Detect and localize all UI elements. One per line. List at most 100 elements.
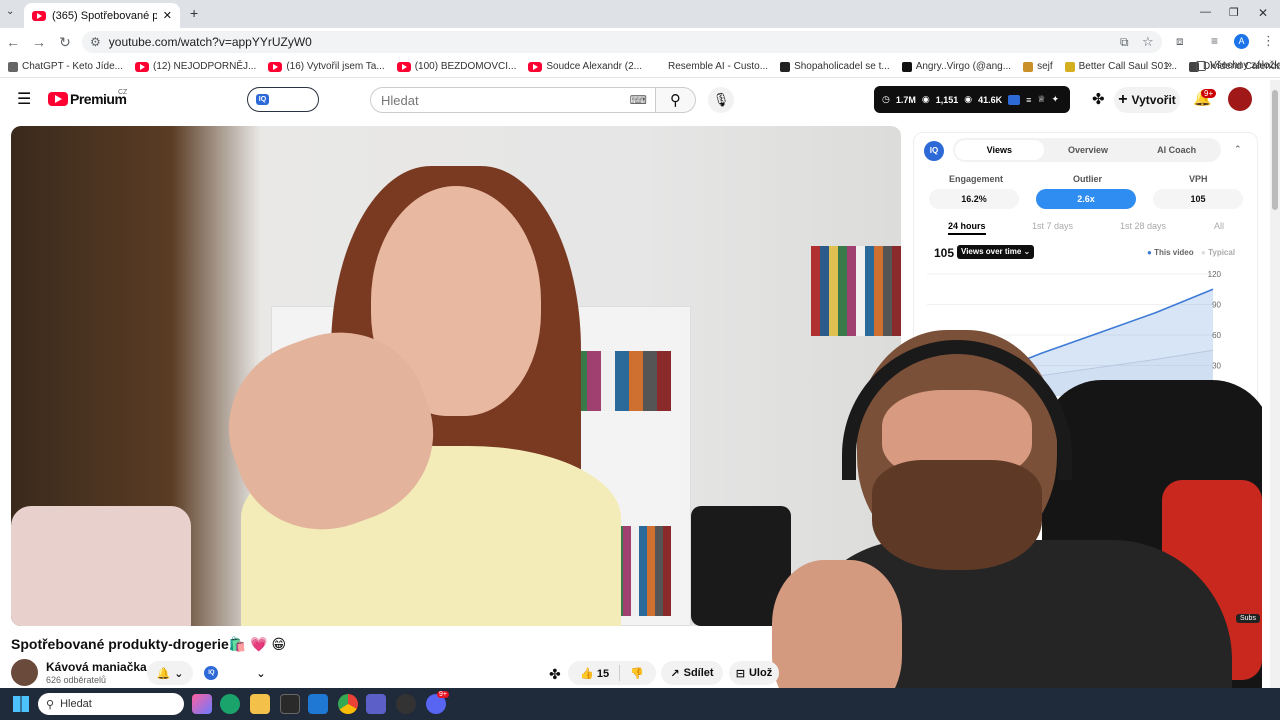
bookmark-item[interactable]: Shopaholicadel se t... [780,61,890,72]
vidiq-pill[interactable]: IQ [247,87,319,112]
range-all[interactable]: All [1214,221,1224,231]
tab-overview[interactable]: Overview [1044,145,1133,155]
tab-ai-coach[interactable]: AI Coach [1132,145,1221,155]
chart-dropdown[interactable]: Views over time ⌄ [957,245,1035,259]
taskbar-search-input[interactable]: ⚲ Hledat [38,693,184,715]
store-icon[interactable] [280,694,300,714]
site-info-icon[interactable]: ⚙ [90,35,101,49]
video-player[interactable] [11,126,901,626]
vidiq-icon: IQ [256,94,269,105]
play-triangle-icon [55,95,62,103]
close-tab-icon[interactable]: ✕ [163,9,172,22]
puzzle-icon[interactable]: ✤ [549,666,561,683]
vidiq-stats-pill[interactable]: ◷ 1.7M ◉ 1,151 ◉ 41.6K ≡ ♕ ✦ [874,86,1070,113]
more-bookmarks-icon[interactable]: » [1166,59,1172,71]
metric-vph-label: VPH [1189,174,1208,184]
hamburger-menu-icon[interactable]: ☰ [17,89,31,109]
resemble-icon [654,61,665,72]
chevron-down-icon: ⌄ [174,667,184,680]
channel-avatar[interactable] [11,659,38,686]
bookmarks-bar: ChatGPT - Keto Jíde... (12) NEJODPORNĚJ.… [0,56,1280,78]
chrome-icon[interactable] [338,694,358,714]
create-button[interactable]: + Vytvořit [1114,87,1180,113]
chevron-down-icon: ⌄ [256,667,266,680]
file-explorer-icon[interactable] [250,694,270,714]
address-bar[interactable]: ⚙ youtube.com/watch?v=appYYrUZyW0 [82,31,1162,53]
channel-name[interactable]: Kávová maniačka [46,660,147,674]
dislike-button[interactable]: 👎 [630,667,644,680]
bookmark-item[interactable]: Resemble AI - Custo... [654,61,768,72]
search-input[interactable]: Hledat ⌨ [370,87,656,113]
close-window-icon[interactable]: ✕ [1258,6,1268,20]
copilot-icon[interactable] [192,694,212,714]
subscription-bell-button[interactable]: 🔔 ⌄ [147,661,193,685]
x-icon [780,61,791,72]
keyboard-icon[interactable]: ⌨ [630,93,647,107]
windows-start-icon[interactable] [13,696,29,712]
bookmark-item[interactable]: (100) BEZDOMOVCI... [396,61,516,72]
forward-icon[interactable]: → [26,34,52,50]
bookmark-star-icon[interactable]: ☆ [1142,34,1154,50]
vidiq-channel-button[interactable]: IQ ⌄ [200,661,270,685]
y-tick-label: 90 [1212,301,1221,310]
extensions-icon[interactable]: ⧈ [1176,34,1184,49]
save-button[interactable]: ⊟ Ulož [729,661,779,685]
voice-search-button[interactable]: 🎙 [708,87,734,113]
bookmark-item[interactable]: (16) Vytvořil jsem Ta... [268,61,385,72]
bookmark-item[interactable]: Better Call Saul S01... [1064,61,1177,72]
bookmark-item[interactable]: sejf [1023,61,1053,72]
share-button[interactable]: ↗ Sdílet [661,661,723,685]
tab-list-chevron-icon[interactable]: ⌄ [6,6,14,17]
tiktok-icon [901,61,912,72]
youtube-favicon-icon [32,10,46,21]
maximize-icon[interactable]: ❐ [1229,6,1239,19]
tab-search-icon[interactable]: ≡ [1211,34,1218,48]
bookmark-item[interactable]: Soudce Alexandr (2... [528,61,642,72]
tab-views[interactable]: Views [955,140,1044,160]
range-7d[interactable]: 1st 7 days [1032,221,1073,231]
like-button[interactable]: 👍 15 [580,667,609,680]
collapse-chevron-icon[interactable]: ⌃ [1234,144,1242,155]
discord-badge: 9+ [437,691,449,698]
bookmark-item[interactable]: (12) NEJODPORNĚJ... [134,61,256,72]
youtube-icon [134,61,149,72]
metric-vph-value[interactable]: 105 [1153,189,1243,209]
channel-subscribers: 626 odběratelů [46,675,107,685]
page-scrollbar[interactable] [1270,80,1280,688]
search-icon: ⚲ [670,92,681,109]
tab-strip: ⌄ (365) Spotřebované produkty-d ✕ + — ❐ … [0,0,1280,28]
install-app-icon[interactable]: ⧉ [1120,35,1129,50]
puzzle-icon[interactable]: ✤ [1092,90,1105,108]
new-tab-icon[interactable]: + [190,5,198,21]
bookmark-item[interactable]: Angry..Virgo (@ang... [901,61,1011,72]
openai-icon [8,61,18,72]
video-title: Spotřebované produkty-drogerie🛍️ 💗 😁 [11,636,287,652]
bookmark-item[interactable]: ChatGPT - Keto Jíde... [8,61,123,72]
menu-kebab-icon[interactable]: ⋮ [1262,33,1275,49]
range-24h[interactable]: 24 hours [948,221,986,235]
user-avatar[interactable] [1228,87,1252,111]
range-28d[interactable]: 1st 28 days [1120,221,1166,231]
headphones [842,340,1072,480]
browser-tab[interactable]: (365) Spotřebované produkty-d ✕ [24,3,180,28]
reload-icon[interactable]: ↻ [52,34,78,51]
profile-avatar[interactable]: A [1234,34,1249,49]
edge-icon[interactable] [220,694,240,714]
outlook-icon[interactable] [308,694,328,714]
panel-tabs: Views Overview AI Coach [953,138,1221,162]
obs-icon[interactable] [396,694,416,714]
minimize-icon[interactable]: — [1200,6,1211,18]
metric-engagement-label: Engagement [949,174,1004,184]
metric-engagement-value[interactable]: 16.2% [929,189,1019,209]
all-bookmarks[interactable]: Všechny záložky [1196,60,1280,71]
list-icon: ≡ [1026,94,1032,105]
back-icon[interactable]: ← [0,34,26,50]
youtube-icon [528,61,543,72]
search-icon: ⚲ [46,698,55,711]
teams-icon[interactable] [366,694,386,714]
scrollbar-thumb[interactable] [1272,90,1278,210]
legend-typical: ● Typical [1201,248,1236,257]
metric-outlier-value[interactable]: 2.6x [1036,189,1136,209]
y-tick-label: 120 [1208,270,1222,279]
search-button[interactable]: ⚲ [656,87,696,113]
